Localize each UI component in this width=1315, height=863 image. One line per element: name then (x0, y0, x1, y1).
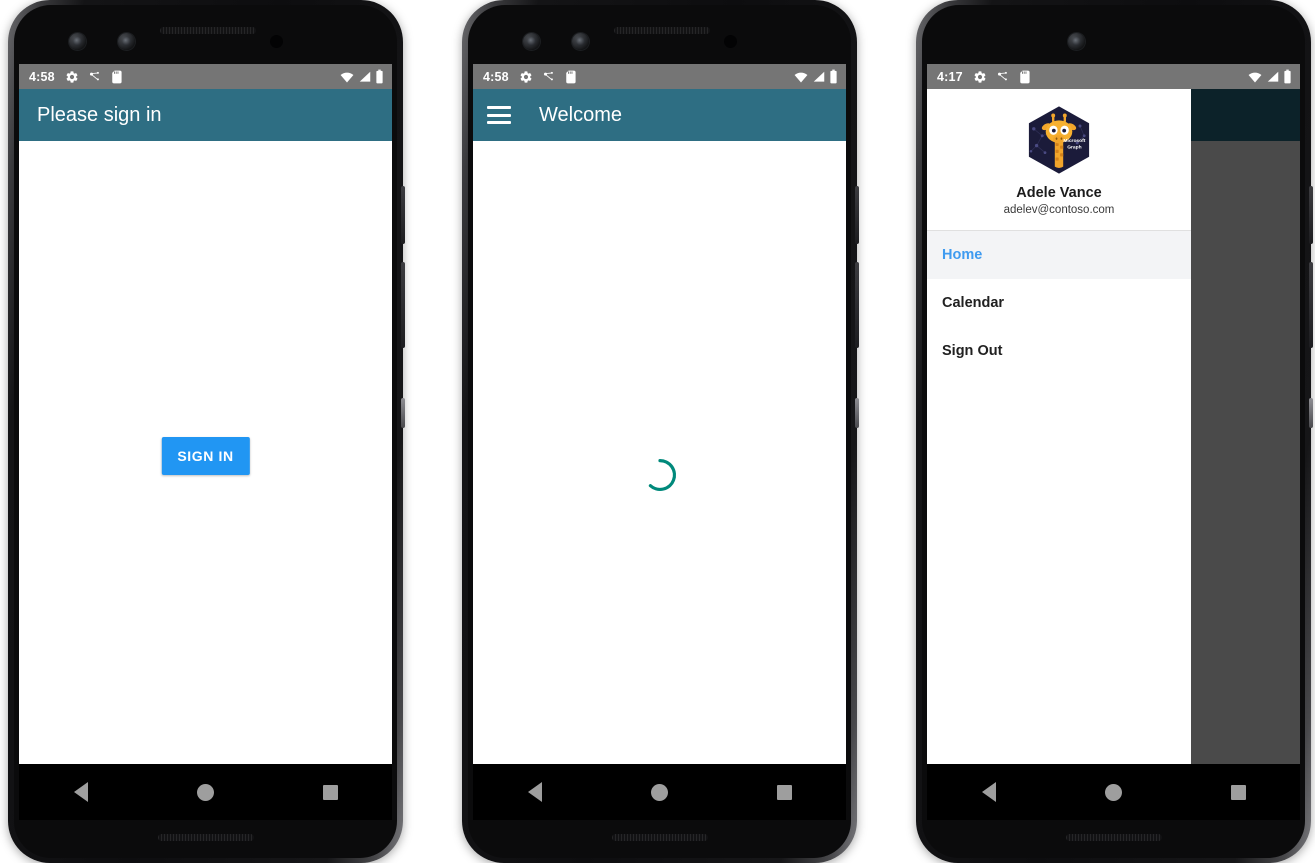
loading-spinner-icon (648, 458, 676, 491)
drawer-item-calendar[interactable]: Calendar (927, 279, 1191, 327)
drawer-user-name: Adele Vance (1016, 185, 1102, 201)
drawer-header: Microsoft Graph Adele Vance adelev@conto… (927, 89, 1191, 230)
gear-icon (520, 70, 532, 83)
battery-icon (830, 69, 837, 84)
phone-screen-welcome: 4:58 Welcome (473, 64, 846, 764)
cellular-signal-icon (359, 71, 371, 82)
drawer-item-sign-out[interactable]: Sign Out (927, 327, 1191, 375)
front-camera-icon (1068, 33, 1085, 50)
front-camera-secondary-icon (118, 33, 135, 50)
front-camera-icon (523, 33, 540, 50)
bottom-speaker-grille (157, 834, 254, 841)
android-nav-bar (19, 764, 392, 820)
recents-button-icon[interactable] (776, 784, 792, 800)
proximity-sensor-icon (270, 35, 283, 48)
drawer-user-email: adelev@contoso.com (1003, 204, 1115, 216)
sign-in-button[interactable]: SIGN IN (161, 437, 250, 475)
status-bar-left-icons (973, 70, 1032, 84)
toolbar-title: Welcome (539, 103, 622, 126)
proximity-sensor-icon (724, 35, 737, 48)
microsoft-graph-giraffe-avatar-icon: Microsoft Graph (1028, 106, 1090, 174)
bottom-speaker-grille (611, 834, 708, 841)
svg-text:Graph: Graph (1067, 144, 1081, 150)
home-button-icon[interactable] (650, 783, 668, 801)
app-toolbar: Welcome (473, 89, 846, 141)
debug-dots-icon (89, 71, 99, 80)
front-camera-secondary-icon (572, 33, 589, 50)
wifi-icon (794, 72, 808, 83)
back-button-icon[interactable] (73, 782, 88, 802)
cellular-signal-icon (1267, 71, 1279, 82)
signin-content-area: SIGN IN (19, 141, 392, 764)
power-button[interactable] (1309, 186, 1313, 244)
status-bar-time: 4:58 (483, 69, 509, 84)
volume-button[interactable] (855, 262, 859, 348)
status-bar: 4:58 (19, 64, 392, 89)
phone-device-welcome: 4:58 Welcome (462, 0, 859, 863)
earpiece-speaker (614, 27, 710, 34)
power-button[interactable] (855, 186, 859, 244)
status-bar-right-icons (339, 69, 384, 84)
hamburger-menu-icon[interactable] (487, 106, 511, 124)
bottom-speaker-grille (1065, 834, 1162, 841)
home-button-icon[interactable] (196, 783, 214, 801)
drawer-layer: Microsoft Graph Adele Vance adelev@conto… (927, 89, 1300, 764)
recents-button-icon[interactable] (1230, 784, 1246, 800)
debug-dots-icon (543, 71, 553, 80)
sdcard-icon (566, 70, 576, 83)
gear-icon (66, 70, 78, 83)
status-bar: 4:58 (473, 64, 846, 89)
status-bar-right-icons (793, 69, 838, 84)
recents-button-icon[interactable] (322, 784, 338, 800)
sdcard-icon (112, 70, 122, 83)
app-toolbar: Please sign in (19, 89, 392, 141)
phone-screen-drawer: 4:17 Microsoft Graph Adele Vance adelev@… (927, 64, 1300, 764)
android-nav-bar (473, 764, 846, 820)
sdcard-icon (1020, 70, 1030, 83)
status-bar-time: 4:58 (29, 69, 55, 84)
volume-button[interactable] (401, 262, 405, 348)
wifi-icon (1248, 72, 1262, 83)
battery-icon (1284, 69, 1291, 84)
back-button-icon[interactable] (527, 782, 542, 802)
back-button-icon[interactable] (981, 782, 996, 802)
status-bar-right-icons (1247, 69, 1292, 84)
cellular-signal-icon (813, 71, 825, 82)
front-camera-icon (69, 33, 86, 50)
status-bar-time: 4:17 (937, 69, 963, 84)
fingerprint-button[interactable] (401, 398, 405, 428)
debug-dots-icon (997, 71, 1007, 80)
fingerprint-button[interactable] (855, 398, 859, 428)
wifi-icon (340, 72, 354, 83)
volume-button[interactable] (1309, 262, 1313, 348)
home-button-icon[interactable] (1104, 783, 1122, 801)
phone-device-signin: 4:58 Please sign in SIGN IN (8, 0, 405, 863)
screenshot-canvas: 4:58 Please sign in SIGN IN 4:58 Welcome… (0, 0, 1315, 863)
fingerprint-button[interactable] (1309, 398, 1313, 428)
earpiece-speaker (160, 27, 256, 34)
power-button[interactable] (401, 186, 405, 244)
android-nav-bar (927, 764, 1300, 820)
gear-icon (974, 70, 986, 83)
navigation-drawer: Microsoft Graph Adele Vance adelev@conto… (927, 89, 1191, 764)
phone-device-drawer: 4:17 Microsoft Graph Adele Vance adelev@… (916, 0, 1313, 863)
status-bar: 4:17 (927, 64, 1300, 89)
svg-text:Microsoft: Microsoft (1063, 138, 1085, 144)
status-bar-left-icons (65, 70, 124, 84)
status-bar-left-icons (519, 70, 578, 84)
welcome-content-area (473, 141, 846, 764)
drawer-item-home[interactable]: Home (927, 231, 1191, 279)
toolbar-title: Please sign in (37, 103, 162, 126)
battery-icon (376, 69, 383, 84)
phone-screen-signin: 4:58 Please sign in SIGN IN (19, 64, 392, 764)
